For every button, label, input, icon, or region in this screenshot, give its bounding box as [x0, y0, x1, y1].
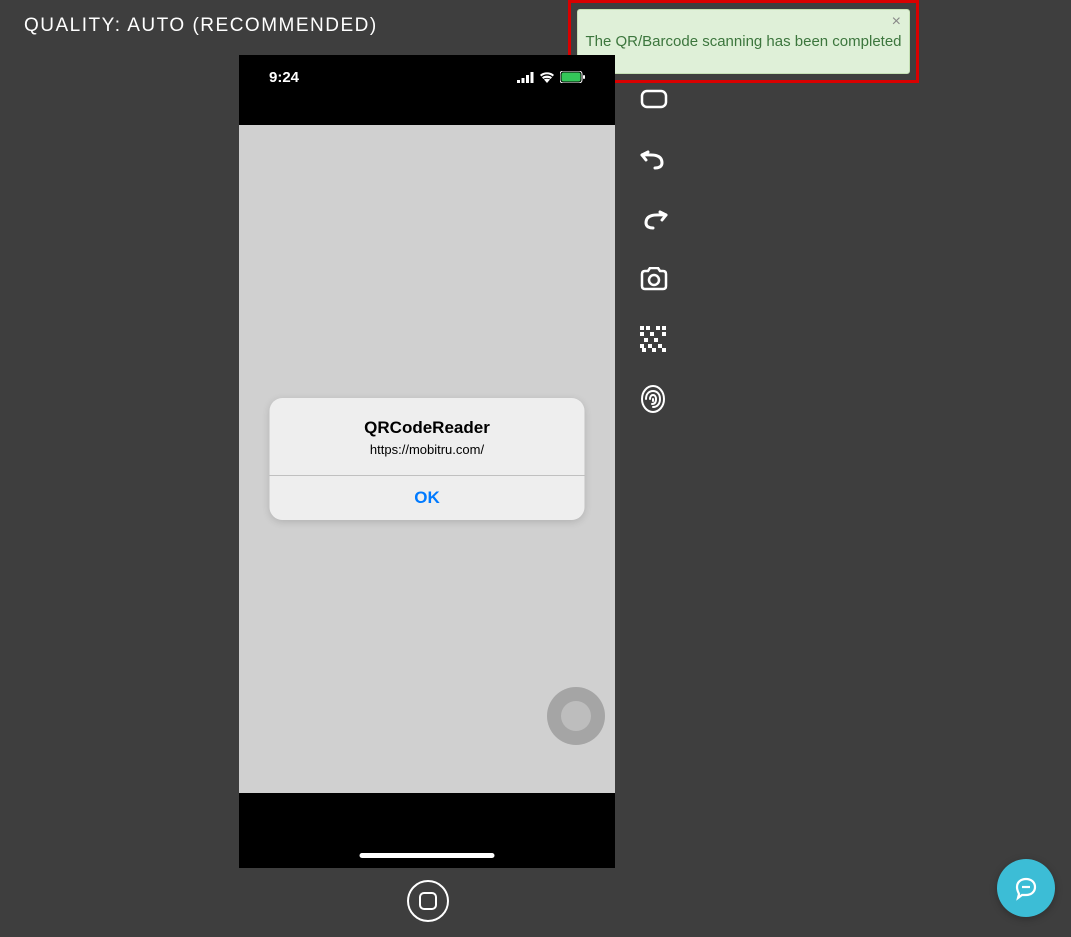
status-time: 9:24	[269, 69, 299, 86]
quality-label[interactable]: QUALITY: AUTO (RECOMMENDED)	[24, 15, 378, 37]
toast-inner: The QR/Barcode scanning has been complet…	[577, 9, 910, 74]
chat-button[interactable]	[997, 859, 1055, 917]
alert-dialog: QRCodeReader https://mobitru.com/ OK	[270, 398, 585, 520]
status-bar: 9:24	[239, 55, 615, 99]
assistive-touch-button[interactable]	[547, 687, 605, 745]
battery-icon	[560, 71, 585, 83]
qrcode-icon[interactable]	[640, 325, 680, 353]
undo-icon[interactable]	[640, 145, 680, 173]
alert-title: QRCodeReader	[286, 418, 569, 438]
device-toolbar	[640, 85, 680, 413]
close-icon[interactable]: ×	[892, 14, 901, 30]
alert-content: QRCodeReader https://mobitru.com/	[270, 398, 585, 475]
chat-icon	[1013, 875, 1039, 901]
home-indicator[interactable]	[360, 853, 495, 858]
toast-notification: The QR/Barcode scanning has been complet…	[568, 0, 919, 83]
toast-message: The QR/Barcode scanning has been complet…	[585, 33, 901, 50]
home-button-inner	[419, 892, 437, 910]
redo-icon[interactable]	[640, 205, 680, 233]
assistive-touch-inner	[561, 701, 591, 731]
signal-icon	[517, 72, 534, 83]
rotate-icon[interactable]	[640, 85, 680, 113]
home-button[interactable]	[407, 880, 449, 922]
wifi-icon	[539, 72, 555, 83]
status-icons	[517, 71, 585, 83]
camera-icon[interactable]	[640, 265, 680, 293]
alert-message: https://mobitru.com/	[286, 442, 569, 457]
camera-view[interactable]: QRCodeReader https://mobitru.com/ OK	[239, 125, 615, 793]
fingerprint-icon[interactable]	[640, 385, 680, 413]
ok-button[interactable]: OK	[270, 476, 585, 520]
phone-frame: 9:24 QRCodeReader https://mobitru.com/ O…	[239, 55, 615, 868]
